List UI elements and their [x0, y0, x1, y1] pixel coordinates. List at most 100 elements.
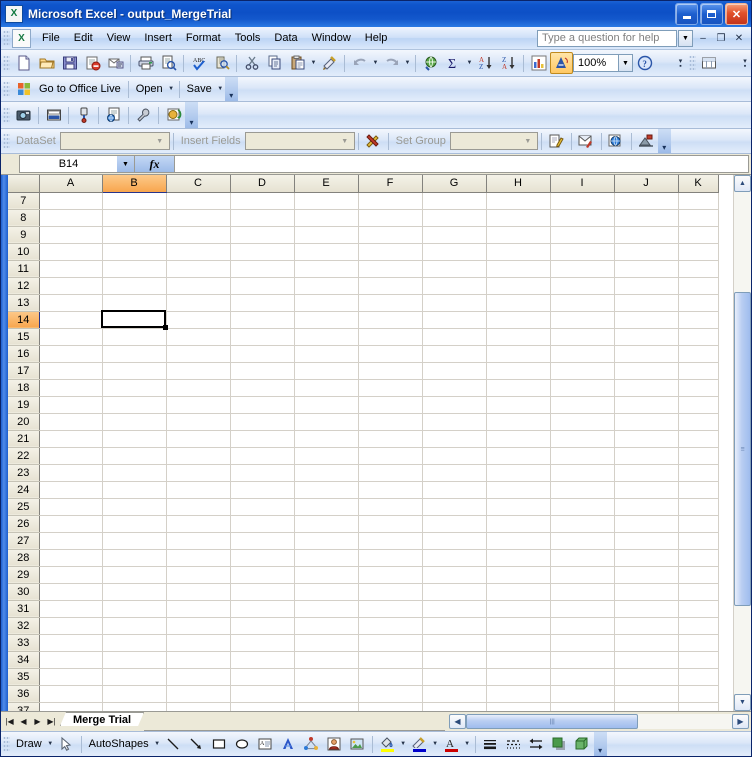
last-sheet-button[interactable]: ▶| [45, 714, 58, 729]
cell-H9[interactable] [486, 226, 551, 244]
row-header-7[interactable]: 7 [8, 192, 40, 210]
row-header-32[interactable]: 32 [8, 617, 40, 635]
row-header-37[interactable]: 37 [8, 702, 40, 711]
cell-D16[interactable] [230, 345, 295, 363]
cell-I8[interactable] [550, 209, 615, 227]
cell-H33[interactable] [486, 634, 551, 652]
column-header-e[interactable]: E [294, 175, 359, 193]
cell-I30[interactable] [550, 583, 615, 601]
cell-F7[interactable] [358, 192, 423, 210]
cell-G32[interactable] [422, 617, 487, 635]
scroll-right-button[interactable]: ▶ [732, 714, 749, 729]
publish-icon[interactable] [102, 104, 125, 126]
menu-edit[interactable]: Edit [67, 29, 100, 47]
cell-D20[interactable] [230, 413, 295, 431]
cell-B16[interactable] [102, 345, 167, 363]
cell-D36[interactable] [230, 685, 295, 703]
cell-J19[interactable] [614, 396, 679, 414]
dataset-dropdown[interactable]: ▼ [59, 132, 170, 150]
cell-F10[interactable] [358, 243, 423, 261]
cell-I10[interactable] [550, 243, 615, 261]
cell-A24[interactable] [39, 481, 103, 499]
camera-icon[interactable] [12, 104, 35, 126]
cell-K20[interactable] [678, 413, 719, 431]
cell-D22[interactable] [230, 447, 295, 465]
office-live-save-button[interactable]: Save [183, 83, 216, 95]
settings-wrench-icon[interactable] [132, 104, 155, 126]
cell-J18[interactable] [614, 379, 679, 397]
cell-A15[interactable] [39, 328, 103, 346]
column-header-a[interactable]: A [39, 175, 103, 193]
shadow-style-icon[interactable] [548, 733, 571, 755]
cell-D29[interactable] [230, 566, 295, 584]
cell-H11[interactable] [486, 260, 551, 278]
cell-G31[interactable] [422, 600, 487, 618]
cell-D11[interactable] [230, 260, 295, 278]
cell-I13[interactable] [550, 294, 615, 312]
cell-F37[interactable] [358, 702, 423, 711]
autosum-dropdown-icon[interactable]: ▼ [465, 60, 474, 66]
cell-K30[interactable] [678, 583, 719, 601]
text-box-icon[interactable]: A [254, 733, 277, 755]
cell-B17[interactable] [102, 362, 167, 380]
row-header-28[interactable]: 28 [8, 549, 40, 567]
cell-C9[interactable] [166, 226, 231, 244]
menu-insert[interactable]: Insert [137, 29, 179, 47]
cell-F12[interactable] [358, 277, 423, 295]
cell-A23[interactable] [39, 464, 103, 482]
cell-J8[interactable] [614, 209, 679, 227]
merge-tools-icon[interactable] [362, 130, 385, 152]
cell-E27[interactable] [294, 532, 359, 550]
cell-H10[interactable] [486, 243, 551, 261]
cell-D13[interactable] [230, 294, 295, 312]
cell-B30[interactable] [102, 583, 167, 601]
column-header-f[interactable]: F [358, 175, 423, 193]
print-icon[interactable] [134, 52, 157, 74]
font-color-dropdown-icon[interactable]: ▼ [463, 741, 472, 747]
picture-icon[interactable] [346, 733, 369, 755]
cell-C37[interactable] [166, 702, 231, 711]
three-d-style-icon[interactable] [571, 733, 594, 755]
cell-K8[interactable] [678, 209, 719, 227]
cell-J28[interactable] [614, 549, 679, 567]
cell-G28[interactable] [422, 549, 487, 567]
row-header-31[interactable]: 31 [8, 600, 40, 618]
cell-G25[interactable] [422, 498, 487, 516]
menu-file[interactable]: File [35, 29, 67, 47]
chart-wizard-icon[interactable] [527, 52, 550, 74]
cell-B28[interactable] [102, 549, 167, 567]
cell-E37[interactable] [294, 702, 359, 711]
arrow-icon[interactable] [185, 733, 208, 755]
cell-K7[interactable] [678, 192, 719, 210]
cell-B10[interactable] [102, 243, 167, 261]
cell-D14[interactable] [230, 311, 295, 329]
cell-G10[interactable] [422, 243, 487, 261]
name-box[interactable]: B14 [19, 155, 117, 173]
cell-G35[interactable] [422, 668, 487, 686]
go-to-office-live-button[interactable]: Go to Office Live [35, 83, 125, 95]
cell-H18[interactable] [486, 379, 551, 397]
cell-E29[interactable] [294, 566, 359, 584]
cell-K27[interactable] [678, 532, 719, 550]
cell-B20[interactable] [102, 413, 167, 431]
spelling-icon[interactable]: ABC [187, 52, 210, 74]
cell-F9[interactable] [358, 226, 423, 244]
horizontal-scroll-track[interactable]: ||| [466, 714, 732, 729]
cell-B29[interactable] [102, 566, 167, 584]
insert-table-icon[interactable] [698, 52, 721, 74]
horizontal-scroll-thumb[interactable]: ||| [466, 714, 639, 729]
cell-H14[interactable] [486, 311, 551, 329]
cell-K34[interactable] [678, 651, 719, 669]
cell-H21[interactable] [486, 430, 551, 448]
column-header-h[interactable]: H [486, 175, 551, 193]
cell-B22[interactable] [102, 447, 167, 465]
cell-D18[interactable] [230, 379, 295, 397]
extra-toolbar-overflow-icon[interactable]: ▾ ▪ [739, 52, 751, 74]
cell-D23[interactable] [230, 464, 295, 482]
menu-format[interactable]: Format [179, 29, 228, 47]
cell-K16[interactable] [678, 345, 719, 363]
cell-B23[interactable] [102, 464, 167, 482]
cell-E18[interactable] [294, 379, 359, 397]
row-header-33[interactable]: 33 [8, 634, 40, 652]
cell-C20[interactable] [166, 413, 231, 431]
